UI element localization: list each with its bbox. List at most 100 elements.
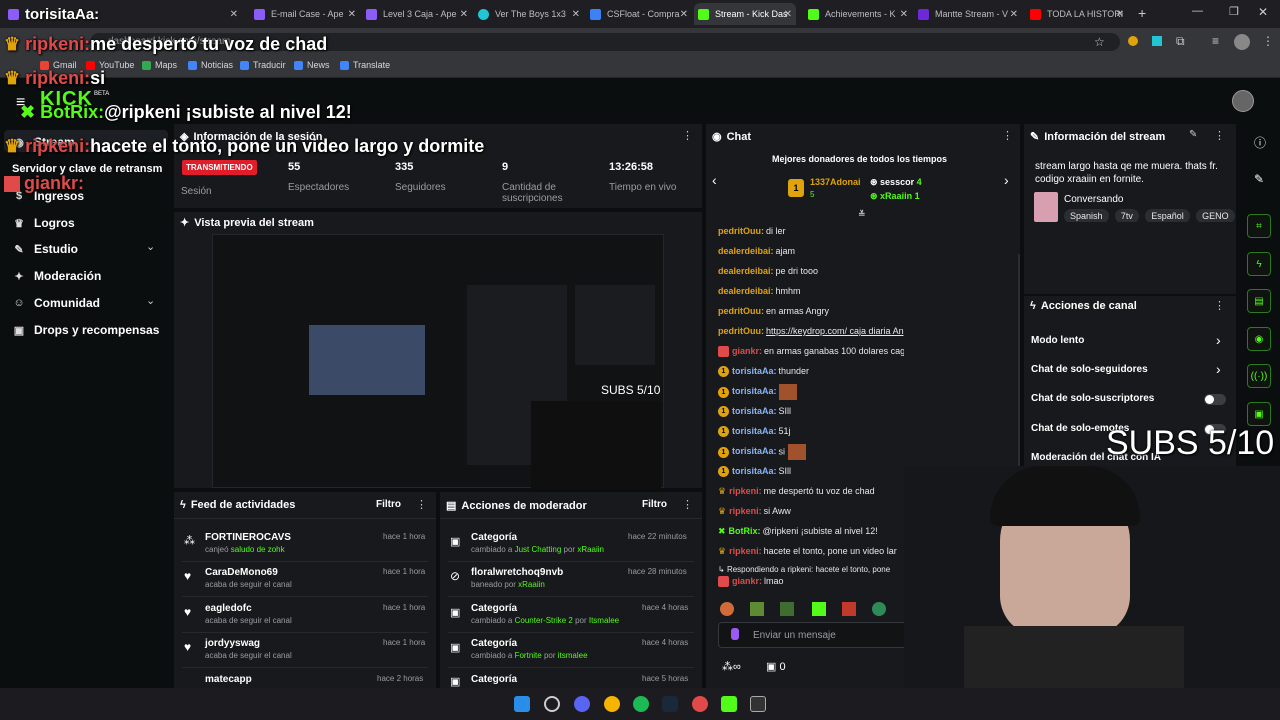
chat-username[interactable]: dealerdeibai:: [718, 286, 774, 296]
spotify-icon[interactable]: [633, 696, 649, 712]
browser-tab[interactable]: Level 3 Caja - Ape ✕: [362, 3, 472, 25]
more-options-icon[interactable]: ⋮: [682, 498, 693, 511]
close-window-icon[interactable]: ✕: [1258, 5, 1268, 19]
feed-row[interactable]: ♥ CaraDeMono69 acaba de seguir el canal: [184, 567, 292, 589]
mod-action-row[interactable]: ▣ Categoría cambiado a Counter-Strike 2 …: [450, 603, 619, 625]
browser-tab[interactable]: Ver The Boys 1x3 ✕: [474, 3, 584, 25]
subscribers-only-toggle[interactable]: [1204, 394, 1226, 405]
browser-tab-active[interactable]: Stream - Kick Das ✕: [694, 3, 796, 25]
mod-filter-button[interactable]: Filtro: [642, 499, 667, 510]
bookmark-maps[interactable]: Maps: [142, 60, 177, 70]
bookmark-translate[interactable]: Translate: [340, 60, 390, 70]
chevron-right-icon[interactable]: ›: [1216, 361, 1221, 377]
chat-username[interactable]: ripkeni:: [729, 486, 762, 496]
followers-only-item[interactable]: Chat de solo-seguidores: [1031, 364, 1148, 375]
subscribers-only-item[interactable]: Chat de solo-suscriptores: [1031, 393, 1154, 404]
more-options-icon[interactable]: ⋮: [416, 498, 427, 511]
sidebar-item-studio[interactable]: ✎ Estudio: [12, 242, 78, 256]
chat-username[interactable]: ripkeni:: [729, 506, 762, 516]
sidebar-item-achievements[interactable]: ♛ Logros: [12, 216, 75, 230]
sidebar-item-moderation[interactable]: ✦ Moderación: [12, 269, 101, 283]
edit-icon[interactable]: ✎: [1189, 129, 1197, 140]
system-icon[interactable]: [544, 696, 560, 712]
bookmark-traducir[interactable]: Traducir: [240, 60, 286, 70]
chat-username[interactable]: pedritOuu:: [718, 326, 764, 336]
feed-row[interactable]: ♥ jordyyswag acaba de seguir el canal: [184, 638, 292, 660]
windows-start-icon[interactable]: [514, 696, 530, 712]
tag-chip[interactable]: Español: [1145, 209, 1190, 222]
info-icon[interactable]: ⓘ: [1254, 134, 1266, 151]
more-options-icon[interactable]: ⋮: [1214, 299, 1225, 312]
close-tab-icon[interactable]: ✕: [680, 9, 688, 20]
category-name[interactable]: Conversando: [1064, 194, 1123, 205]
chevron-down-icon[interactable]: ⌄: [146, 240, 155, 253]
bookmark-news[interactable]: News: [294, 60, 330, 70]
media-icon[interactable]: ≡: [1212, 34, 1219, 48]
browser-tab[interactable]: CSFloat - Compra ✕: [586, 3, 692, 25]
feed-row[interactable]: matecapp: [184, 674, 252, 685]
users-infinity-icon[interactable]: ⁂∞: [722, 660, 741, 673]
close-tab-icon[interactable]: ✕: [572, 9, 580, 20]
chat-username[interactable]: giankr:: [732, 346, 762, 356]
extension-icon[interactable]: [1128, 36, 1138, 46]
tag-chip[interactable]: Spanish: [1064, 209, 1109, 222]
microphone-icon[interactable]: [731, 628, 739, 640]
browser-tab[interactable]: Achievements - K ✕: [804, 3, 912, 25]
sidebar-item-drops[interactable]: ▣ Drops y recompensas: [12, 323, 160, 337]
chat-username[interactable]: ripkeni:: [729, 546, 762, 556]
rail-button-bolt-icon[interactable]: ϟ: [1247, 252, 1271, 276]
chat-username[interactable]: dealerdeibai:: [718, 266, 774, 276]
chat-username[interactable]: torisitaAa:: [732, 466, 777, 476]
tag-chip[interactable]: 7tv: [1114, 209, 1139, 222]
close-tab-icon[interactable]: ✕: [900, 9, 908, 20]
close-tab-icon[interactable]: ✕: [460, 9, 468, 20]
extension-icon[interactable]: [1152, 36, 1162, 46]
chat-username[interactable]: torisitaAa:: [732, 386, 777, 396]
rail-button-broadcast-icon[interactable]: ((·)): [1247, 364, 1271, 388]
browser-tab[interactable]: E-mail Case - Ape ✕: [250, 3, 360, 25]
chevron-left-icon[interactable]: ‹: [712, 172, 717, 188]
emote-icon[interactable]: [750, 602, 764, 616]
mod-action-row[interactable]: ▣ Categoría: [450, 674, 517, 688]
kick-icon[interactable]: [721, 696, 737, 712]
donor-name[interactable]: ⊛ sesscor 4: [870, 177, 922, 188]
chat-username[interactable]: torisitaAa:: [732, 426, 777, 436]
sidebar-item-community[interactable]: ☺ Comunidad: [12, 296, 100, 310]
donor-name[interactable]: 1337Adonai: [810, 177, 861, 187]
minimize-icon[interactable]: —: [1192, 5, 1203, 17]
discord-icon[interactable]: [574, 696, 590, 712]
maximize-icon[interactable]: ❐: [1229, 5, 1239, 18]
chat-username[interactable]: giankr:: [732, 576, 762, 586]
mod-action-row[interactable]: ▣ Categoría cambiado a Fortnite por itsm…: [450, 638, 588, 660]
slow-mode-item[interactable]: Modo lento: [1031, 335, 1084, 346]
rail-button-clipboard-icon[interactable]: ▤: [1247, 289, 1271, 313]
emote-icon[interactable]: [842, 602, 856, 616]
chat-input[interactable]: Enviar un mensaje: [718, 622, 908, 648]
bookmark-noticias[interactable]: Noticias: [188, 60, 233, 70]
browser-tab[interactable]: torisitaAa: ✕: [4, 3, 242, 25]
browser-menu-icon[interactable]: ⋮: [1262, 34, 1274, 48]
more-options-icon[interactable]: ⋮: [682, 129, 693, 142]
rail-button-crop-icon[interactable]: ⌗: [1247, 214, 1271, 238]
donor-name[interactable]: ⊛ xRaaiin 1: [870, 191, 920, 202]
emote-icon[interactable]: [780, 602, 794, 616]
chat-username[interactable]: pedritOuu:: [718, 306, 764, 316]
more-options-icon[interactable]: ⋮: [1002, 129, 1013, 142]
stream-preview-video[interactable]: SUBS 5/10: [212, 234, 664, 489]
chat-username[interactable]: torisitaAa:: [732, 366, 777, 376]
chat-username[interactable]: torisitaAa:: [732, 406, 777, 416]
tag-chip[interactable]: GENO: [1196, 209, 1235, 222]
chat-username[interactable]: pedritOuu:: [718, 226, 764, 236]
user-avatar[interactable]: [1232, 90, 1254, 112]
chevron-down-icon[interactable]: ⌄: [146, 294, 155, 307]
feed-filter-button[interactable]: Filtro: [376, 499, 401, 510]
epic-games-icon[interactable]: [750, 696, 766, 712]
profile-avatar[interactable]: [1234, 34, 1250, 50]
app-icon[interactable]: [692, 696, 708, 712]
points-display[interactable]: ▣ 0: [766, 660, 786, 673]
close-tab-icon[interactable]: ✕: [784, 9, 792, 20]
bookmark-star-icon[interactable]: ☆: [1094, 35, 1105, 49]
mod-action-row[interactable]: ⊘ floralwretchoq9nvb baneado por xRaaiin: [450, 567, 563, 589]
feed-row[interactable]: ⁂ FORTINEROCAVS canjeó saludo de zohk: [184, 532, 291, 554]
emote-icon[interactable]: [872, 602, 886, 616]
